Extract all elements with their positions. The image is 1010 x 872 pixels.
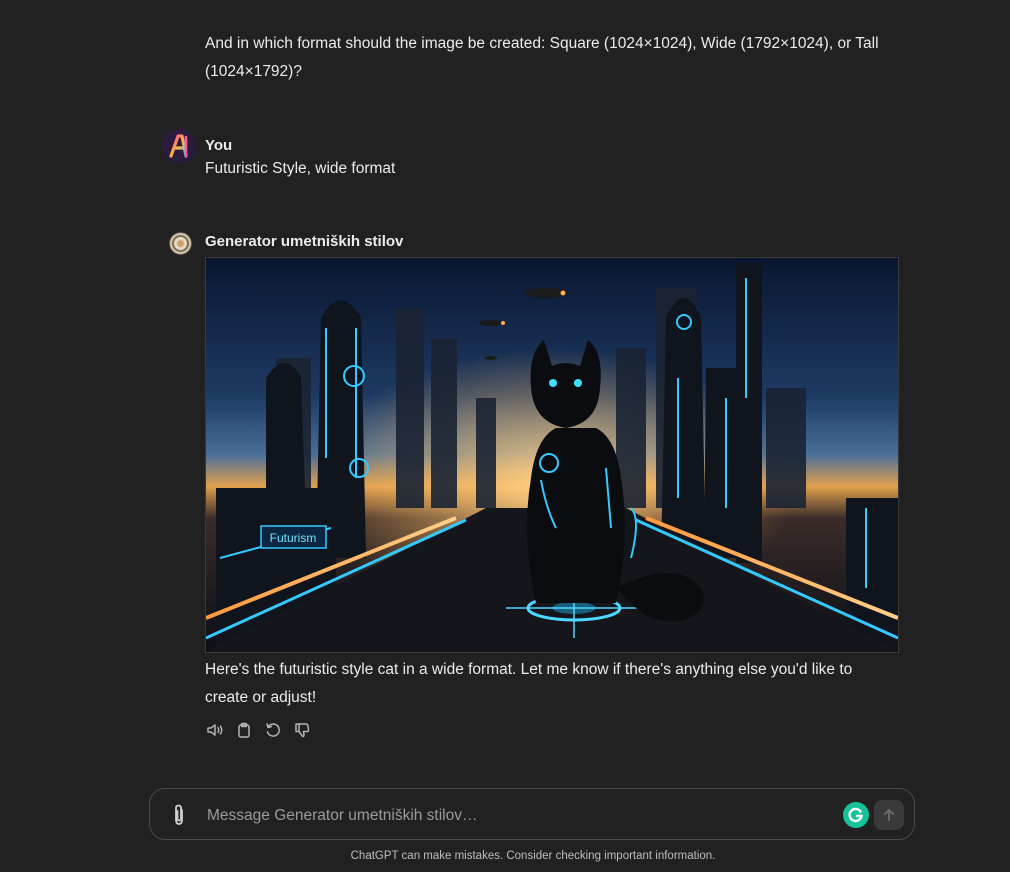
previous-assistant-text: And in which format should the image be …	[205, 35, 879, 80]
message-input[interactable]	[205, 801, 829, 831]
thumbs-down-icon	[295, 723, 310, 738]
message-composer	[149, 788, 915, 840]
regenerate-icon	[266, 723, 280, 737]
speaker-icon	[207, 724, 223, 736]
copy-button[interactable]	[234, 720, 254, 740]
grammarly-button[interactable]	[843, 802, 869, 828]
message-actions	[205, 720, 312, 740]
regenerate-button[interactable]	[263, 720, 283, 740]
paperclip-icon	[175, 804, 183, 825]
arrow-up-icon	[884, 809, 894, 821]
read-aloud-button[interactable]	[205, 720, 225, 740]
send-button[interactable]	[874, 800, 904, 830]
assistant-reply-text: Here's the futuristic style cat in a wid…	[205, 661, 853, 706]
user-message-text: Futuristic Style, wide format	[205, 160, 396, 177]
user-avatar	[162, 129, 196, 163]
attach-button[interactable]	[168, 803, 190, 827]
generated-image[interactable]: Futurism	[205, 257, 899, 653]
assistant-avatar	[169, 232, 192, 255]
chat-page: And in which format should the image be …	[0, 0, 1010, 872]
disclaimer-text: ChatGPT can make mistakes. Consider chec…	[350, 850, 716, 862]
grammarly-icon	[848, 807, 863, 823]
futurism-sign-text: Futurism	[270, 531, 317, 545]
assistant-author-name: Generator umetniških stilov	[205, 233, 404, 250]
user-author-name: You	[205, 137, 233, 154]
bad-response-button[interactable]	[292, 720, 312, 740]
clipboard-icon	[238, 722, 250, 738]
